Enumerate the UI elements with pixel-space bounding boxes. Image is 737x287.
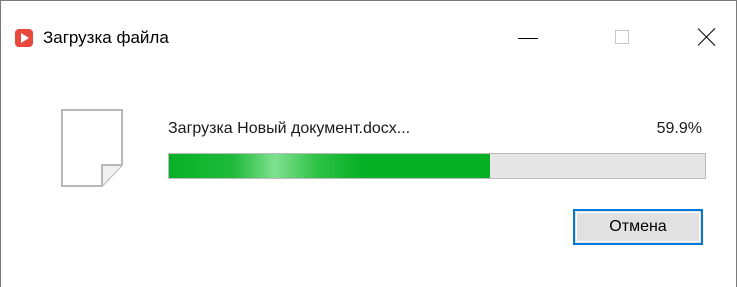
maximize-icon xyxy=(615,30,629,44)
document-file-icon xyxy=(61,109,123,187)
progress-fill xyxy=(169,154,491,178)
close-button[interactable] xyxy=(683,15,729,63)
progress-bar xyxy=(168,153,706,179)
maximize-button xyxy=(599,15,645,63)
download-dialog: Загрузка файла Загрузка Новый документ.d… xyxy=(0,0,737,287)
minimize-button[interactable] xyxy=(508,15,554,63)
cancel-button[interactable]: Отмена xyxy=(573,209,703,245)
download-status-text: Загрузка Новый документ.docx... xyxy=(168,120,411,137)
video-play-icon xyxy=(15,29,33,47)
window-title: Загрузка файла xyxy=(43,28,169,47)
minimize-icon xyxy=(518,38,538,39)
title-bar[interactable]: Загрузка файла xyxy=(1,1,736,47)
cancel-button-label: Отмена xyxy=(609,218,667,235)
progress-percent: 59.9% xyxy=(656,120,702,137)
close-icon xyxy=(697,27,717,47)
